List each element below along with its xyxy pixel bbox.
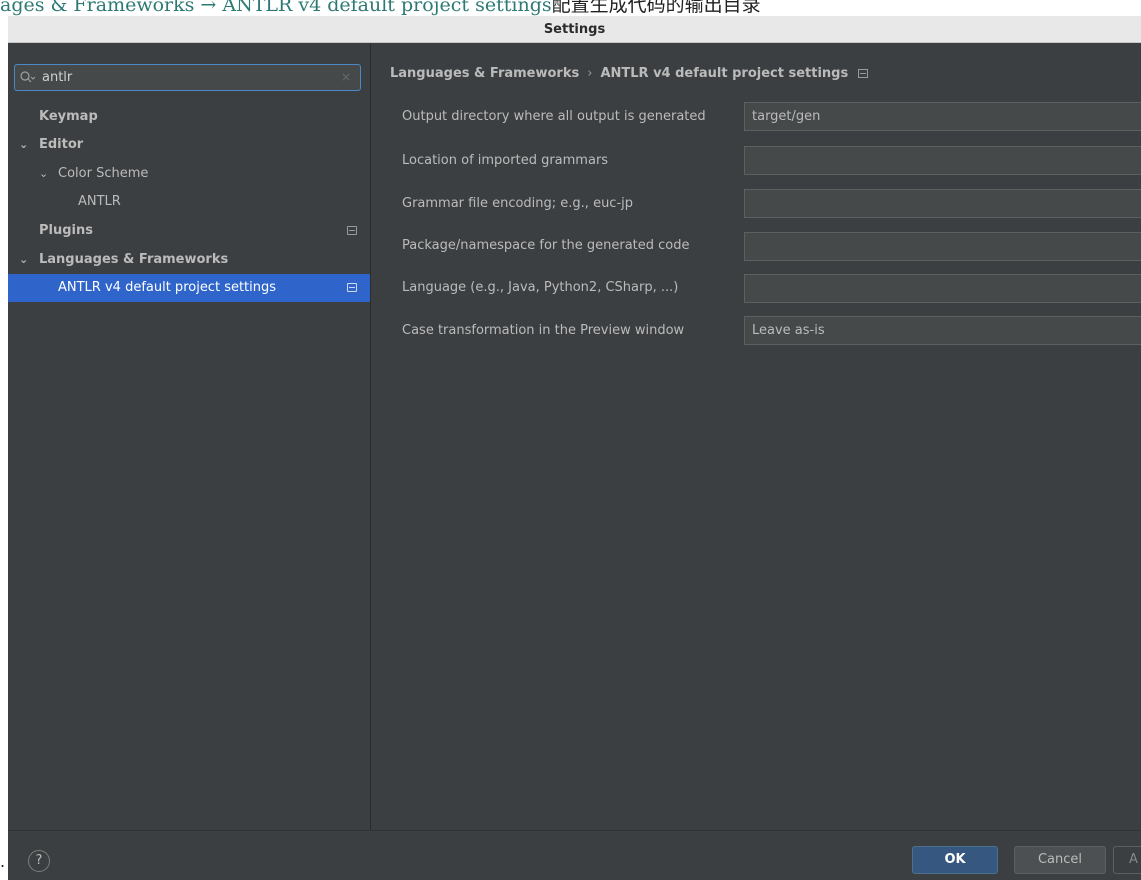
breadcrumb: Languages & Frameworks › ANTLR v4 default …	[390, 64, 869, 84]
sidebar-item-label: Color Scheme	[58, 166, 149, 181]
settings-dialog: Settings antlr × Keymap ⌄ Editor ⌄ Color…	[8, 16, 1141, 880]
sidebar-item-languages-frameworks[interactable]: ⌄ Languages & Frameworks	[8, 246, 370, 274]
case-transform-label: Case transformation in the Preview windo…	[402, 323, 685, 338]
chevron-down-icon[interactable]: ⌄	[39, 160, 48, 188]
sidebar-item-label: Editor	[39, 137, 84, 152]
dialog-title: Settings	[8, 16, 1141, 43]
encoding-field[interactable]	[744, 189, 1141, 218]
page-caption: ages & Frameworks → ANTLR v4 default pro…	[0, 0, 1141, 16]
breadcrumb-parent[interactable]: Languages & Frameworks	[390, 66, 579, 81]
encoding-label: Grammar file encoding; e.g., euc-jp	[402, 196, 634, 211]
sidebar-item-label: Languages & Frameworks	[39, 252, 229, 267]
case-transform-select[interactable]: Leave as-is	[744, 316, 1141, 345]
sidebar-item-plugins[interactable]: Plugins	[8, 217, 370, 245]
sidebar-item-editor[interactable]: ⌄ Editor	[8, 131, 370, 159]
apply-button[interactable]: A	[1113, 846, 1141, 874]
help-button[interactable]: ?	[28, 850, 50, 872]
sidebar-item-antlr[interactable]: ANTLR	[8, 188, 370, 216]
imported-grammars-label: Location of imported grammars	[402, 153, 609, 168]
chevron-down-icon[interactable]: ⌄	[19, 246, 28, 274]
dialog-footer: ? OK Cancel A	[8, 830, 1141, 880]
language-field[interactable]	[744, 274, 1141, 303]
settings-sidebar: antlr × Keymap ⌄ Editor ⌄ Color Scheme A…	[8, 44, 371, 830]
output-dir-label: Output directory where all output is gen…	[402, 109, 706, 124]
sidebar-item-label: Plugins	[39, 223, 93, 238]
list-bullet: .	[0, 852, 6, 871]
project-level-icon	[347, 283, 357, 292]
project-level-icon	[347, 226, 357, 235]
breadcrumb-current: ANTLR v4 default project settings	[600, 66, 849, 81]
sidebar-item-label: Keymap	[39, 109, 98, 124]
sidebar-item-antlr-v4-settings[interactable]: ANTLR v4 default project settings	[8, 274, 370, 302]
search-input[interactable]: antlr ×	[14, 64, 361, 91]
language-label: Language (e.g., Java, Python2, CSharp, .…	[402, 280, 679, 295]
package-field[interactable]	[744, 232, 1141, 261]
sidebar-item-color-scheme[interactable]: ⌄ Color Scheme	[8, 160, 370, 188]
ok-button[interactable]: OK	[912, 846, 998, 874]
search-value: antlr	[42, 70, 73, 85]
imported-grammars-field[interactable]	[744, 146, 1141, 175]
search-icon	[19, 65, 36, 99]
project-level-icon	[858, 69, 869, 78]
caption-trailing-text: 配置生成代码的输出目录	[551, 0, 761, 16]
sidebar-item-label: ANTLR v4 default project settings	[58, 280, 277, 295]
chevron-down-icon[interactable]: ⌄	[19, 131, 28, 159]
breadcrumb-separator: ›	[587, 66, 593, 81]
clear-icon[interactable]: ×	[341, 65, 351, 90]
caption-breadcrumb: ages & Frameworks → ANTLR v4 default pro…	[0, 0, 552, 16]
sidebar-item-keymap[interactable]: Keymap	[8, 103, 370, 131]
settings-content: Languages & Frameworks › ANTLR v4 default …	[372, 44, 1141, 830]
package-label: Package/namespace for the generated code	[402, 238, 690, 253]
cancel-button[interactable]: Cancel	[1014, 846, 1106, 874]
output-dir-field[interactable]: target/gen	[744, 102, 1141, 131]
sidebar-item-label: ANTLR	[78, 194, 121, 209]
